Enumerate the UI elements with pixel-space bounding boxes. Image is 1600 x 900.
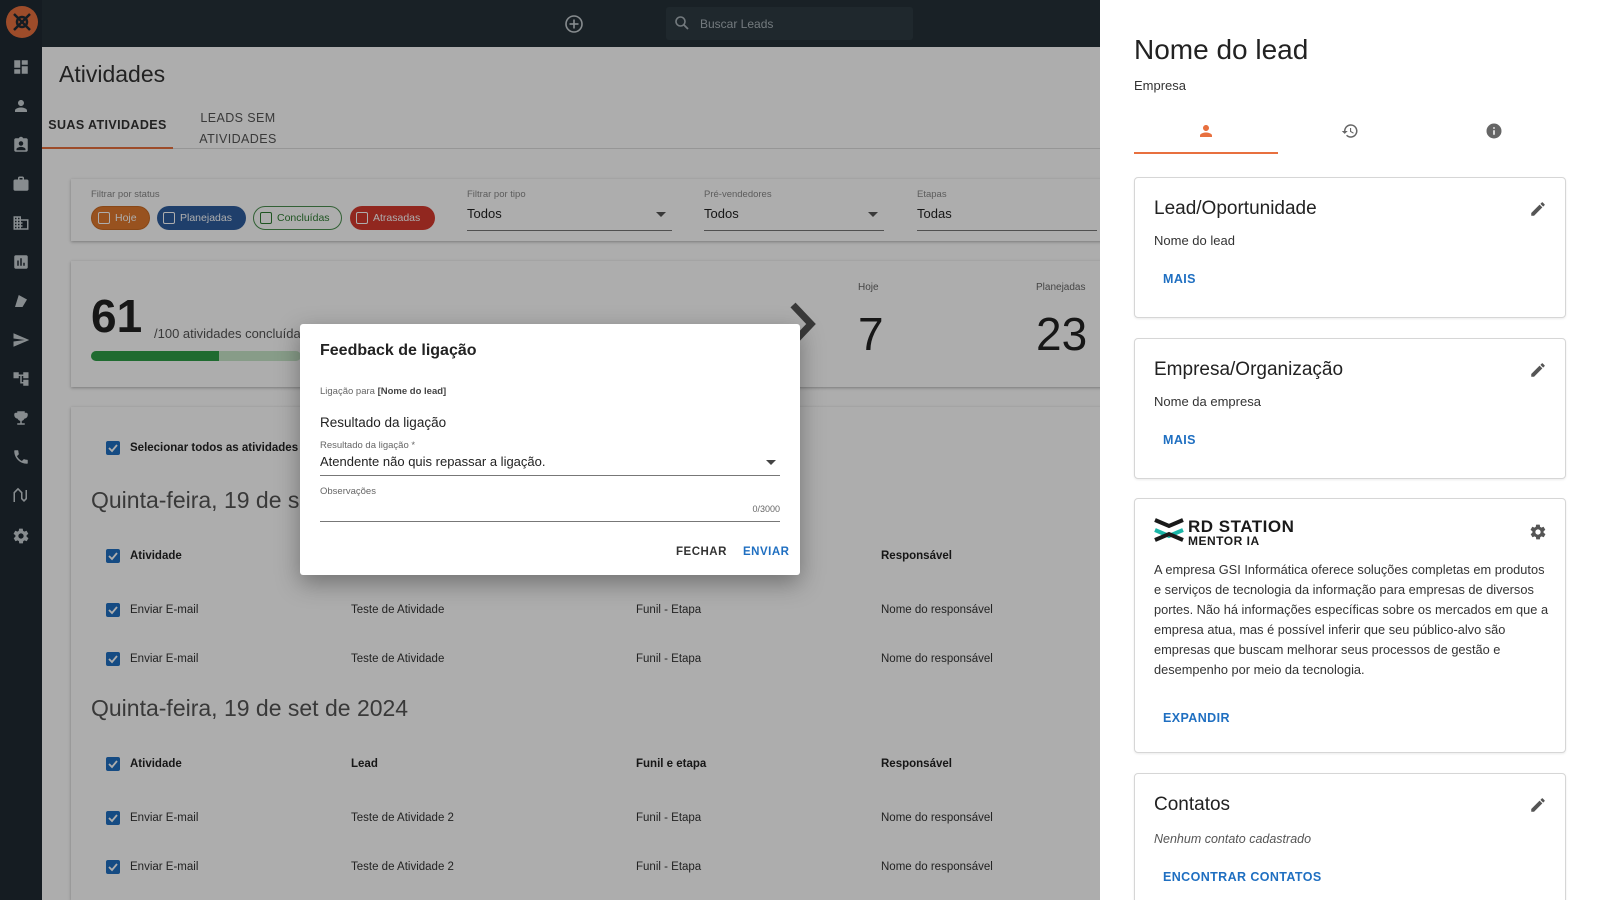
edit-pencil-icon[interactable]: [1529, 200, 1547, 218]
empty-contacts-text: Nenhum contato cadastrado: [1154, 832, 1312, 846]
dialog-subtitle: Ligação para [Nome do lead]: [320, 386, 446, 397]
card-title: Empresa/Organização: [1154, 359, 1344, 380]
expand-button[interactable]: EXPANDIR: [1163, 711, 1230, 725]
lead-opportunity-card: Lead/Oportunidade Nome do lead MAIS: [1134, 177, 1566, 318]
ai-summary-text: A empresa GSI Informática oferece soluçõ…: [1154, 562, 1549, 677]
contacts-card: Contatos Nenhum contato cadastrado ENCON…: [1134, 773, 1566, 900]
tab-person[interactable]: [1134, 112, 1278, 154]
history-icon: [1341, 124, 1358, 138]
more-button[interactable]: MAIS: [1163, 272, 1196, 286]
mentor-ia-card: RD STATION MENTOR IA A empresa GSI Infor…: [1134, 498, 1566, 753]
edit-pencil-icon[interactable]: [1529, 796, 1547, 814]
rd-station-logo: RD STATION MENTOR IA: [1154, 517, 1314, 548]
close-button[interactable]: FECHAR: [676, 546, 727, 558]
card-title: Lead/Oportunidade: [1154, 198, 1317, 219]
rd-brand-line-2: MENTOR IA: [1188, 534, 1260, 548]
dialog-lead-name: [Nome do lead]: [377, 386, 447, 397]
send-button[interactable]: ENVIAR: [743, 546, 789, 558]
notes-field-label: Observações: [320, 486, 376, 497]
person-icon: [1200, 125, 1212, 137]
tab-history[interactable]: [1278, 112, 1422, 154]
lead-name-title: Nome do lead: [1134, 34, 1309, 65]
dialog-section-title: Resultado da ligação: [320, 415, 447, 430]
info-icon: [1486, 123, 1502, 139]
organization-card: Empresa/Organização Nome da empresa MAIS: [1134, 338, 1566, 479]
edit-pencil-icon[interactable]: [1529, 361, 1547, 379]
result-select[interactable]: Atendente não quis repassar a ligação.: [320, 454, 780, 476]
lead-company: Empresa: [1134, 78, 1187, 93]
tab-info[interactable]: [1422, 112, 1566, 154]
call-feedback-dialog: Feedback de ligação Ligação para [Nome d…: [300, 324, 800, 575]
notes-char-counter: 0/3000: [752, 504, 780, 514]
lead-drawer: Nome do lead Empresa Lead/Oportunidade N…: [1100, 0, 1600, 900]
notes-textarea[interactable]: 0/3000: [320, 500, 780, 522]
card-text: Nome da empresa: [1154, 394, 1261, 409]
dropdown-arrow-icon: [766, 460, 776, 465]
card-title: Contatos: [1154, 794, 1231, 815]
drawer-tabs: [1134, 112, 1566, 154]
card-text: Nome do lead: [1154, 233, 1235, 248]
more-button[interactable]: MAIS: [1163, 433, 1196, 447]
result-select-value: Atendente não quis repassar a ligação.: [320, 454, 546, 469]
find-contacts-button[interactable]: ENCONTRAR CONTATOS: [1163, 870, 1322, 884]
gear-icon[interactable]: [1529, 523, 1547, 541]
dialog-title: Feedback de ligação: [320, 342, 477, 359]
dialog-subtitle-prefix: Ligação para: [320, 386, 375, 397]
result-field-label: Resultado da ligação *: [320, 440, 416, 451]
rd-station-mark-icon: [1154, 518, 1184, 542]
